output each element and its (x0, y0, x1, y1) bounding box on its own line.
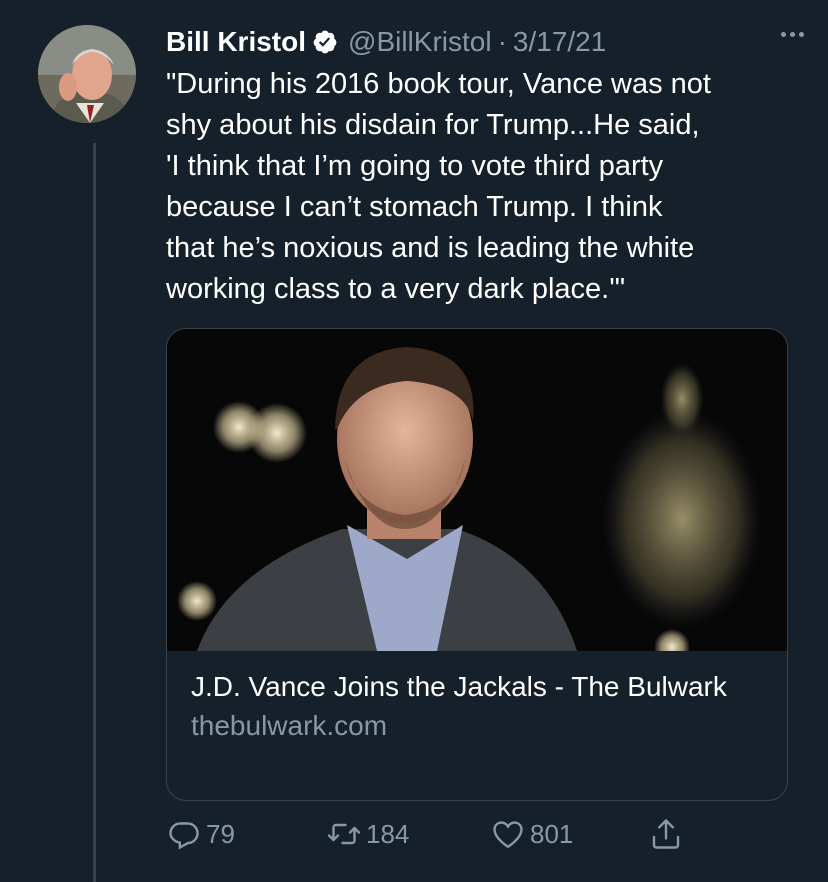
tweet-header: Bill Kristol @BillKristol · 3/17/21 (166, 22, 804, 62)
verified-badge-icon (313, 30, 337, 54)
reply-count: 79 (206, 818, 235, 849)
avatar-photo (38, 25, 136, 123)
share-icon (652, 819, 680, 849)
card-image (167, 329, 787, 651)
retweet-count: 184 (366, 818, 410, 849)
reply-icon (169, 822, 199, 850)
card-body: J.D. Vance Joins the Jackals - The Bulwa… (191, 669, 763, 745)
author-name[interactable]: Bill Kristol (166, 26, 306, 58)
like-button[interactable]: 801 (490, 816, 573, 852)
card-title[interactable]: J.D. Vance Joins the Jackals - The Bulwa… (191, 669, 763, 705)
heart-icon (493, 821, 523, 849)
reply-button[interactable]: 79 (166, 816, 235, 852)
avatar[interactable] (38, 25, 136, 123)
more-horizontal-icon[interactable] (781, 32, 804, 37)
like-count: 801 (530, 818, 574, 849)
action-bar: 79 184 801 (166, 816, 706, 856)
thread-line (93, 143, 96, 882)
card-domain: thebulwark.com (191, 710, 388, 741)
tweet-text: "During his 2016 book tour, Vance was no… (166, 68, 711, 305)
retweet-button[interactable]: 184 (326, 816, 409, 852)
link-card[interactable]: J.D. Vance Joins the Jackals - The Bulwa… (166, 328, 788, 801)
author-handle[interactable]: @BillKristol (348, 26, 492, 58)
header-separator: · (497, 26, 507, 57)
retweet-icon (327, 823, 361, 845)
tweet-date[interactable]: 3/17/21 (513, 26, 606, 58)
share-button[interactable] (648, 816, 688, 852)
